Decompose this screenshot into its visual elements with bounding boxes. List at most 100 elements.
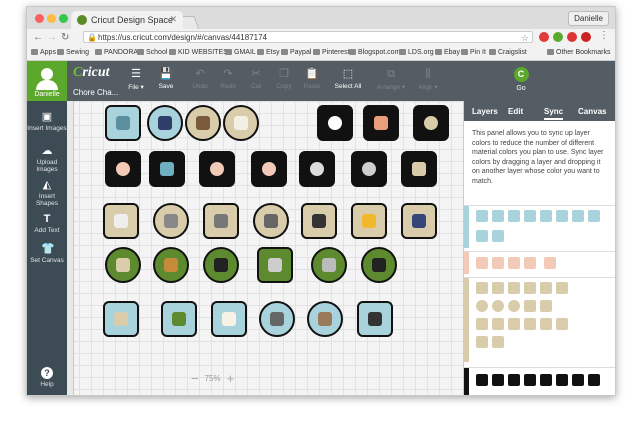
sync-color-group-salmon[interactable] (464, 251, 615, 274)
forward-arrow-icon[interactable]: → (47, 32, 57, 43)
layer-thumb[interactable] (508, 257, 520, 269)
project-title[interactable]: Chore Cha... (73, 88, 118, 97)
tab-canvas[interactable]: Canvas (578, 107, 606, 116)
dustpan-image[interactable] (253, 203, 289, 239)
layer-thumb[interactable] (556, 210, 568, 222)
layer-thumb[interactable] (492, 318, 504, 330)
hairbrush-image[interactable] (301, 203, 337, 239)
close-window-button[interactable] (35, 14, 44, 23)
layer-thumb[interactable] (492, 230, 504, 242)
sidebar-insert-shapes[interactable]: ◭ Insert Shapes (27, 179, 67, 207)
layer-thumb[interactable] (572, 374, 584, 386)
layer-thumb[interactable] (476, 336, 488, 348)
sink-image[interactable] (103, 203, 139, 239)
toys-box-image[interactable] (363, 105, 399, 141)
place-setting-image[interactable] (317, 105, 353, 141)
back-arrow-icon[interactable]: ← (33, 32, 43, 43)
url-field[interactable]: 🔒 https://us.cricut.com/design/#/canvas/… (83, 31, 533, 43)
books-image[interactable] (223, 105, 259, 141)
layer-thumb[interactable] (492, 210, 504, 222)
mop-bucket-image[interactable] (153, 203, 189, 239)
align-button[interactable]: ⫼ Align ▾ (411, 67, 445, 91)
zoom-out-button[interactable]: − (191, 371, 199, 386)
layer-thumb[interactable] (508, 300, 520, 312)
paper-pencil-image[interactable] (351, 203, 387, 239)
minimize-window-button[interactable] (47, 14, 56, 23)
layer-thumb[interactable] (508, 210, 520, 222)
trash-can-image[interactable] (203, 203, 239, 239)
layer-thumb[interactable] (492, 374, 504, 386)
extension-icon[interactable] (581, 32, 591, 42)
toothbrush-image[interactable] (361, 247, 397, 283)
bookmark-item[interactable]: LDS.org (399, 49, 434, 56)
boy-getting-dressed-image[interactable] (149, 151, 185, 187)
user-menu[interactable]: Danielle (27, 61, 67, 101)
layer-thumb[interactable] (540, 374, 552, 386)
layer-thumb[interactable] (540, 318, 552, 330)
maximize-window-button[interactable] (59, 14, 68, 23)
undo-button[interactable]: ↶ Undo (185, 67, 215, 90)
layer-thumb[interactable] (524, 318, 536, 330)
garbage-can-image[interactable] (311, 247, 347, 283)
sidebar-insert-images[interactable]: ▣ Insert Images (27, 111, 67, 132)
washing-machine-image[interactable] (351, 151, 387, 187)
layer-thumb[interactable] (544, 257, 556, 269)
extension-icon[interactable] (553, 32, 563, 42)
layer-thumb[interactable] (476, 374, 488, 386)
layer-thumb[interactable] (492, 336, 504, 348)
sidebar-set-canvas[interactable]: 👕 Set Canvas (27, 243, 67, 264)
sync-color-group-black[interactable] (464, 367, 615, 395)
layer-thumb[interactable] (476, 318, 488, 330)
close-tab-icon[interactable]: ✕ (169, 14, 177, 25)
tab-layers[interactable]: Layers (472, 107, 498, 116)
layer-thumb[interactable] (492, 257, 504, 269)
tab-sync[interactable]: Sync (544, 107, 564, 120)
layer-thumb[interactable] (476, 210, 488, 222)
layer-thumb[interactable] (508, 282, 520, 294)
bookmark-item[interactable]: Apps (31, 49, 56, 56)
boy-brushing-teeth-image[interactable] (105, 151, 141, 187)
car-image[interactable] (105, 247, 141, 283)
table-cloth-image[interactable] (211, 301, 247, 337)
zoom-in-button[interactable]: + (227, 371, 235, 386)
reload-icon[interactable]: ↻ (61, 32, 69, 43)
layer-thumb[interactable] (524, 282, 536, 294)
sidebar-upload-images[interactable]: ☁ Upload Images (27, 145, 67, 173)
layer-thumb[interactable] (476, 257, 488, 269)
layer-thumb[interactable] (588, 374, 600, 386)
watering-can-image[interactable] (257, 247, 293, 283)
sync-color-group-tan[interactable] (464, 277, 615, 362)
lawn-mower-image[interactable] (203, 247, 239, 283)
select-all-button[interactable]: ⬚ Select All (329, 67, 367, 90)
layer-thumb[interactable] (556, 374, 568, 386)
bookmark-item[interactable]: Pinterest (313, 49, 350, 56)
layer-thumb[interactable] (524, 257, 536, 269)
bookmark-item[interactable]: School (137, 49, 167, 56)
design-canvas[interactable]: −75% + (67, 101, 463, 395)
bookmark-item[interactable]: Craigslist (489, 49, 527, 56)
layer-thumb[interactable] (540, 210, 552, 222)
bathtub-image[interactable] (103, 301, 139, 337)
bookmark-star-icon[interactable]: ☆ (521, 32, 529, 44)
bookmark-item[interactable]: Paypal (281, 49, 311, 56)
layer-thumb[interactable] (556, 318, 568, 330)
sidebar-add-text[interactable]: T Add Text (27, 213, 67, 234)
bookmark-item[interactable]: Blogspot.com (349, 49, 400, 56)
tab-edit[interactable]: Edit (508, 107, 523, 116)
copy-button[interactable]: ❐ Copy (269, 67, 299, 90)
paste-button[interactable]: 📋 Paste (297, 67, 327, 90)
layer-thumb[interactable] (476, 300, 488, 312)
layer-thumb[interactable] (540, 282, 552, 294)
clothes-image[interactable] (401, 203, 437, 239)
layer-thumb[interactable] (508, 318, 520, 330)
file-menu-button[interactable]: ☰ File ▾ (121, 67, 151, 91)
bookmark-item[interactable]: Other Bookmarks (547, 49, 610, 56)
layer-thumb[interactable] (508, 374, 520, 386)
bed-image[interactable] (185, 105, 221, 141)
laundry-basket-image[interactable] (307, 301, 343, 337)
dishes-image[interactable] (413, 105, 449, 141)
bookmark-item[interactable]: PANDORA (95, 49, 138, 56)
layer-thumb[interactable] (492, 282, 504, 294)
go-button[interactable]: C Go (507, 67, 535, 92)
menu-dots-icon[interactable]: ⋮ (599, 30, 609, 41)
